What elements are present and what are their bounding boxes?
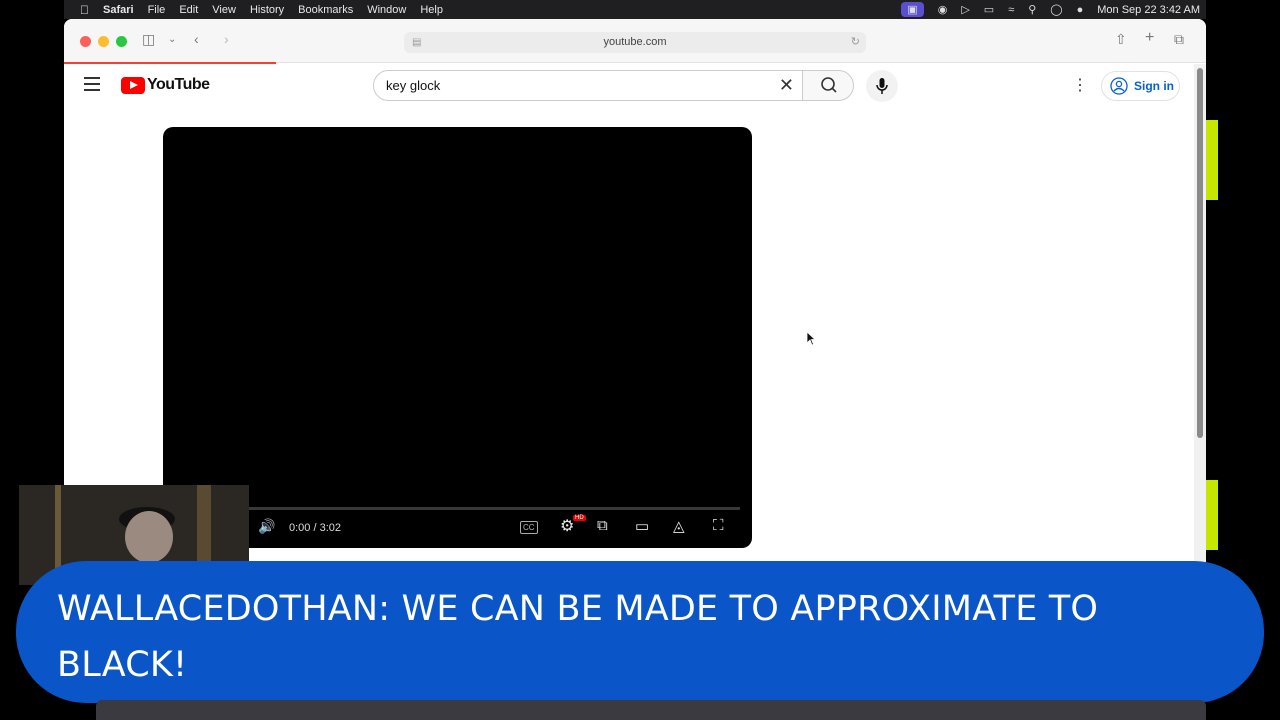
search-box: ✕ bbox=[373, 70, 803, 101]
captions-button[interactable]: CC bbox=[520, 521, 538, 534]
caption-banner: WALLACEDOTHAN: WE CAN BE MADE TO APPROXI… bbox=[16, 561, 1264, 703]
zoom-window-button[interactable] bbox=[116, 36, 127, 47]
minimize-window-button[interactable] bbox=[98, 36, 109, 47]
menu-app-name[interactable]: Safari bbox=[103, 4, 134, 16]
screen:  Safari File Edit View History Bookmark… bbox=[0, 0, 1280, 720]
search-input[interactable] bbox=[386, 71, 766, 100]
miniplayer-icon[interactable]: ⧉ bbox=[597, 517, 608, 534]
account-icon bbox=[1110, 77, 1128, 95]
menu-window[interactable]: Window bbox=[367, 4, 406, 16]
microphone-icon bbox=[876, 78, 888, 94]
mouse-cursor-icon bbox=[806, 331, 816, 346]
search-icon bbox=[821, 77, 837, 93]
video-progress-bar[interactable] bbox=[175, 507, 740, 510]
airplay-icon[interactable]: ◬ bbox=[673, 517, 685, 535]
scrollbar-thumb[interactable] bbox=[1197, 68, 1203, 438]
siri-icon[interactable]: ● bbox=[1077, 4, 1084, 16]
more-options-icon[interactable]: ⋮ bbox=[1072, 76, 1088, 96]
clear-search-icon[interactable]: ✕ bbox=[779, 76, 794, 94]
apple-icon[interactable]:  bbox=[80, 3, 89, 17]
battery-icon[interactable]: ▭ bbox=[984, 3, 994, 16]
menu-bar:  Safari File Edit View History Bookmark… bbox=[64, 0, 1206, 19]
back-icon[interactable]: ‹ bbox=[194, 31, 199, 47]
menu-help[interactable]: Help bbox=[420, 4, 443, 16]
menu-bookmarks[interactable]: Bookmarks bbox=[298, 4, 353, 16]
menu-file[interactable]: File bbox=[148, 4, 166, 16]
menu-icon[interactable] bbox=[84, 77, 100, 91]
control-center-icon[interactable]: ◯ bbox=[1050, 3, 1062, 16]
page-scrollbar[interactable] bbox=[1194, 64, 1206, 564]
address-url: youtube.com bbox=[603, 36, 667, 48]
extension-icon[interactable]: ◉ bbox=[938, 3, 948, 16]
menu-view[interactable]: View bbox=[212, 4, 236, 16]
address-bar[interactable]: ▤ youtube.com ↻ bbox=[404, 32, 866, 53]
search-button[interactable] bbox=[802, 70, 854, 101]
chevron-down-icon[interactable]: ⌄ bbox=[168, 34, 176, 45]
youtube-logo[interactable]: YouTube bbox=[121, 76, 210, 94]
sidebar-icon[interactable]: ◫ bbox=[142, 31, 155, 48]
caption-text: WALLACEDOTHAN: WE CAN BE MADE TO APPROXI… bbox=[57, 589, 1099, 685]
youtube-logo-text: YouTube bbox=[147, 76, 210, 93]
youtube-play-icon bbox=[121, 76, 145, 94]
theater-mode-icon[interactable]: ▭ bbox=[635, 517, 649, 535]
sign-in-label: Sign in bbox=[1134, 79, 1174, 93]
voice-search-button[interactable] bbox=[866, 70, 898, 102]
screen-share-icon[interactable]: ▣ bbox=[901, 2, 924, 17]
forward-icon[interactable]: › bbox=[224, 31, 229, 47]
menu-history[interactable]: History bbox=[250, 4, 284, 16]
reload-icon[interactable]: ↻ bbox=[851, 32, 860, 53]
fullscreen-icon[interactable]: ⛶ bbox=[713, 517, 724, 534]
background-window-sliver bbox=[1206, 120, 1218, 200]
video-time: 0:00 / 3:02 bbox=[289, 522, 341, 534]
wifi-icon[interactable]: ≈ bbox=[1008, 4, 1014, 16]
close-window-button[interactable] bbox=[80, 36, 91, 47]
status-area: ▣ ◉ ▷ ▭ ≈ ⚲ ◯ ● Mon Sep 22 3:42 AM bbox=[901, 0, 1206, 19]
youtube-header: YouTube ✕ ⋮ bbox=[64, 64, 1194, 108]
menu-clock[interactable]: Mon Sep 22 3:42 AM bbox=[1097, 4, 1200, 16]
page-menu-icon[interactable]: ▤ bbox=[412, 32, 421, 53]
spotlight-icon[interactable]: ⚲ bbox=[1028, 3, 1036, 16]
tab-overview-icon[interactable]: ⧉ bbox=[1174, 31, 1184, 48]
play-status-icon[interactable]: ▷ bbox=[961, 3, 969, 16]
share-icon[interactable]: ⇧ bbox=[1115, 31, 1127, 48]
menu-edit[interactable]: Edit bbox=[179, 4, 198, 16]
sign-in-button[interactable]: Sign in bbox=[1101, 71, 1180, 101]
background-window-sliver bbox=[1206, 480, 1218, 550]
volume-icon[interactable]: 🔊 bbox=[258, 518, 275, 535]
safari-toolbar: ◫ ⌄ ‹ › ▤ youtube.com ↻ ⇧ + ⧉ bbox=[64, 19, 1206, 64]
video-player[interactable]: 🔊 0:00 / 3:02 CC ⚙ HD ⧉ ▭ ◬ ⛶ bbox=[163, 127, 752, 548]
new-tab-icon[interactable]: + bbox=[1145, 29, 1154, 47]
player-controls: 🔊 0:00 / 3:02 CC ⚙ HD ⧉ ▭ ◬ ⛶ bbox=[163, 515, 752, 543]
browser-window: ◫ ⌄ ‹ › ▤ youtube.com ↻ ⇧ + ⧉ YouTube ✕ bbox=[64, 19, 1206, 564]
macos-dock[interactable] bbox=[96, 700, 1206, 720]
hd-badge: HD bbox=[573, 515, 586, 521]
